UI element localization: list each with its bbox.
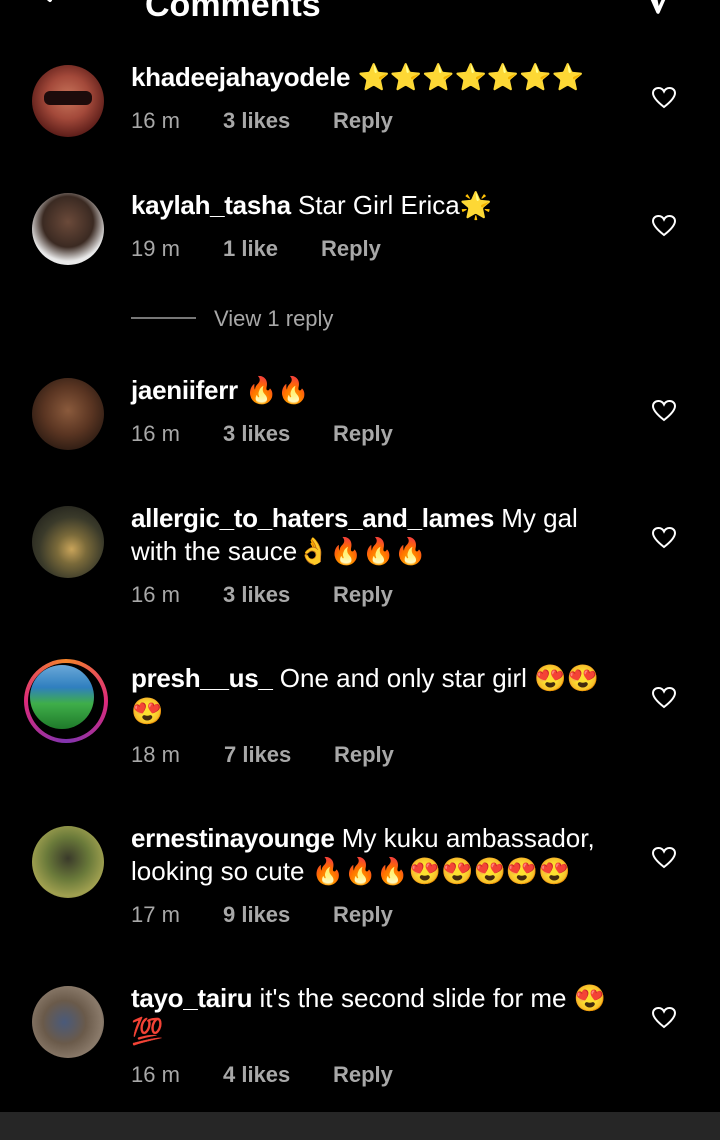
heart-icon[interactable] [651,846,677,870]
reply-button[interactable]: Reply [333,1061,393,1089]
reply-button[interactable]: Reply [333,107,393,135]
heart-icon[interactable] [651,686,677,710]
comment-time: 16 m [131,1062,180,1087]
avatar[interactable] [32,826,104,898]
comment-username[interactable]: tayo_tairu [131,983,253,1013]
comment-time: 18 m [131,742,180,767]
comment-username[interactable]: presh__us_ [131,663,273,693]
comments-header: Comments [0,0,720,30]
comment-text: ⭐⭐⭐⭐⭐⭐⭐ [357,62,585,92]
comment-likes[interactable]: 1 like [223,235,278,263]
heart-icon[interactable] [651,214,677,238]
comment-username[interactable]: khadeejahayodele [131,62,351,92]
comment-likes[interactable]: 3 likes [223,581,290,609]
comment-time: 17 m [131,902,180,927]
heart-icon[interactable] [651,399,677,423]
comment-text: Star Girl Erica🌟 [297,190,493,220]
comment-time: 16 m [131,582,180,607]
send-icon[interactable] [640,0,676,28]
reply-button[interactable]: Reply [333,581,393,609]
reply-button[interactable]: Reply [321,235,381,263]
reply-button[interactable]: Reply [334,741,394,769]
comment-username[interactable]: allergic_to_haters_and_lames [131,503,494,533]
heart-icon[interactable] [651,526,677,550]
emoji-bar [0,1112,720,1140]
avatar[interactable] [32,65,104,137]
story-ring[interactable] [24,659,108,743]
avatar[interactable] [32,193,104,265]
arrow-left-icon[interactable] [30,0,80,20]
comment-time: 19 m [131,236,180,261]
comment-likes[interactable]: 3 likes [223,107,290,135]
comment-likes[interactable]: 4 likes [223,1061,290,1089]
comment-likes[interactable]: 9 likes [223,901,290,929]
view-replies-label: View 1 reply [214,306,334,331]
divider [131,317,196,319]
comment-username[interactable]: kaylah_tasha [131,190,291,220]
avatar[interactable] [32,986,104,1058]
comment-username[interactable]: jaeniiferr [131,375,238,405]
avatar[interactable] [32,506,104,578]
comment-time: 16 m [131,421,180,446]
avatar[interactable] [30,665,94,729]
reply-button[interactable]: Reply [333,901,393,929]
reply-button[interactable]: Reply [333,420,393,448]
avatar[interactable] [32,378,104,450]
heart-icon[interactable] [651,1006,677,1030]
comment-username[interactable]: ernestinayounge [131,823,335,853]
comment-text: 🔥🔥 [245,375,310,405]
comment-likes[interactable]: 3 likes [223,420,290,448]
comment-likes[interactable]: 7 likes [224,741,291,769]
heart-icon[interactable] [651,86,677,110]
comment-time: 16 m [131,108,180,133]
page-title: Comments [145,0,321,24]
